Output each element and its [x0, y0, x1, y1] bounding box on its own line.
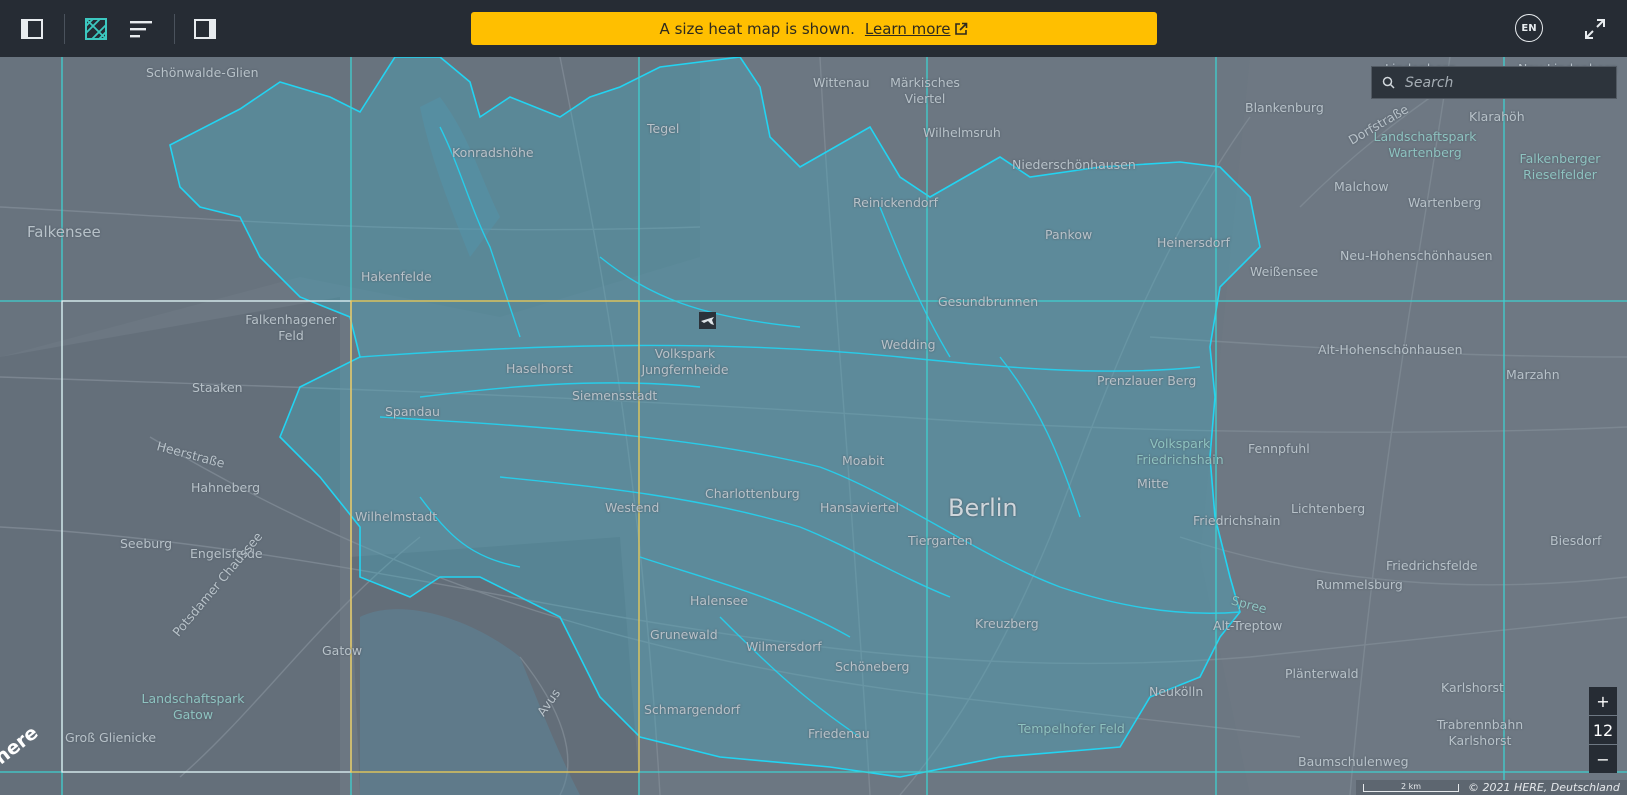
place-label: Pankow: [1045, 227, 1093, 242]
place-label: Wedding: [881, 337, 936, 352]
external-link-icon: [955, 22, 968, 35]
heatmap-icon: [85, 18, 107, 40]
learn-more-label: Learn more: [864, 19, 951, 38]
language-button[interactable]: EN: [1515, 14, 1543, 42]
toolbar-divider: [64, 14, 65, 44]
place-label: Baumschulenweg: [1298, 754, 1409, 769]
place-label: Rummelsburg: [1316, 577, 1403, 592]
toggle-left-panel-button[interactable]: [15, 12, 49, 46]
place-label: Blankenburg: [1245, 100, 1324, 115]
zoom-controls: + 12 −: [1589, 687, 1617, 774]
place-label: Landschaftspark Gatow: [141, 691, 245, 722]
place-label: Falkensee: [27, 223, 101, 241]
zoom-out-button[interactable]: −: [1589, 745, 1617, 773]
place-label: Volkspark Friedrichshain: [1136, 436, 1224, 467]
place-label: Wilmersdorf: [746, 639, 822, 654]
place-label: Friedrichsfelde: [1386, 558, 1478, 573]
place-label: Neukölln: [1149, 684, 1204, 699]
fullscreen-button[interactable]: [1578, 12, 1612, 46]
legend-list-button[interactable]: [124, 12, 158, 46]
place-label: Wittenau: [813, 75, 870, 90]
map-base-layer: [0, 57, 1627, 795]
place-label: Volkspark Jungfernheide: [641, 346, 729, 377]
place-label: Gesundbrunnen: [938, 294, 1039, 309]
sidebar-left-icon: [21, 19, 43, 39]
place-label: Alt-Hohenschönhausen: [1318, 342, 1463, 357]
map-canvas[interactable]: Schönwalde-Glien Wittenau Märkisches Vie…: [0, 57, 1627, 795]
place-label: Hahneberg: [191, 480, 261, 495]
place-label: Hakenfelde: [361, 269, 432, 284]
place-label: Trabrennbahn Karlshorst: [1436, 717, 1524, 748]
toggle-right-panel-button[interactable]: [188, 12, 222, 46]
place-label: Reinickendorf: [853, 195, 939, 210]
place-label: Wilhelmsruh: [923, 125, 1001, 140]
place-label: Neu-Hohenschönhausen: [1340, 248, 1493, 263]
search-icon: [1382, 76, 1395, 89]
place-label: Friedrichshain: [1193, 513, 1281, 528]
place-label: Karlshorst: [1441, 680, 1504, 695]
place-label: Moabit: [842, 453, 885, 468]
sidebar-right-icon: [194, 19, 216, 39]
place-label: Biesdorf: [1550, 533, 1602, 548]
search-input[interactable]: [1405, 74, 1605, 91]
place-label: Niederschönhausen: [1012, 157, 1136, 172]
place-label: Siemensstadt: [572, 388, 658, 403]
banner-text: A size heat map is shown.: [659, 19, 855, 38]
expand-icon: [1585, 19, 1605, 39]
place-label: Charlottenburg: [705, 486, 800, 501]
place-label: Tempelhofer Feld: [1018, 721, 1125, 736]
scale-bar: 2 km: [1363, 783, 1459, 792]
place-label: Grunewald: [650, 627, 718, 642]
place-label: Malchow: [1334, 179, 1389, 194]
search-box[interactable]: [1371, 66, 1617, 99]
place-label: Haselhorst: [506, 361, 573, 376]
place-label: Plänterwald: [1285, 666, 1359, 681]
place-label: Schmargendorf: [644, 702, 741, 717]
place-label: Halensee: [690, 593, 749, 608]
top-toolbar: A size heat map is shown. Learn more EN: [0, 0, 1627, 57]
place-label: Westend: [605, 500, 660, 515]
place-label: Märkisches Viertel: [890, 75, 960, 106]
place-label: Staaken: [192, 380, 243, 395]
place-label: Schönwalde-Glien: [146, 65, 259, 80]
place-label: Marzahn: [1506, 367, 1560, 382]
place-label: Landschaftspark Wartenberg: [1373, 129, 1477, 160]
place-label: Falkenberger Rieselfelder: [1519, 151, 1601, 182]
place-label: Tegel: [647, 121, 680, 136]
place-label: Gatow: [322, 643, 363, 658]
place-label: Groß Glienicke: [65, 730, 157, 745]
place-label: Seeburg: [120, 536, 173, 551]
place-label: Alt-Treptow: [1213, 618, 1283, 633]
place-label: Hansaviertel: [820, 500, 899, 515]
place-label: Falkenhagener Feld: [245, 312, 337, 343]
zoom-level: 12: [1589, 716, 1617, 744]
place-label: Friedenau: [808, 726, 870, 741]
place-label: Spandau: [385, 404, 440, 419]
place-label: Tiergarten: [908, 533, 973, 548]
place-label: Lichtenberg: [1291, 501, 1366, 516]
place-label: Schöneberg: [835, 659, 910, 674]
info-banner: A size heat map is shown. Learn more: [471, 12, 1157, 45]
place-label: Prenzlauer Berg: [1097, 373, 1197, 388]
learn-more-link[interactable]: Learn more: [865, 20, 969, 38]
list-icon: [130, 21, 152, 38]
place-label: Klarahöh: [1469, 109, 1525, 124]
place-label: Weißensee: [1250, 264, 1319, 279]
city-label: Berlin: [948, 494, 1018, 522]
place-label: Mitte: [1137, 476, 1169, 491]
place-label: Fennpfuhl: [1248, 441, 1310, 456]
heatmap-toggle-button[interactable]: [79, 12, 113, 46]
place-label: Wartenberg: [1408, 195, 1482, 210]
place-label: Kreuzberg: [975, 616, 1039, 631]
place-label: Wilhelmstadt: [355, 509, 438, 524]
place-label: Konradshöhe: [452, 145, 534, 160]
toolbar-divider: [174, 14, 175, 44]
place-label: Heinersdorf: [1157, 235, 1230, 250]
zoom-in-button[interactable]: +: [1589, 687, 1617, 715]
